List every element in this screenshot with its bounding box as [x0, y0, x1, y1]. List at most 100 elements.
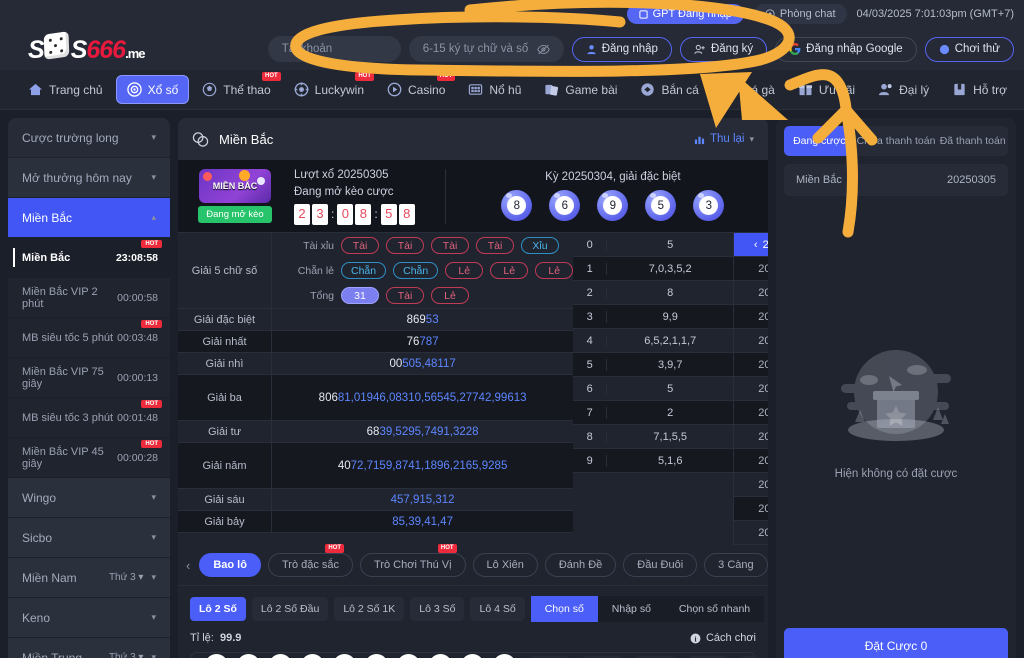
bet-subtab[interactable]: Lô 2 Số [190, 597, 246, 621]
sidebar-lottery-item[interactable]: Miền Bắc VIP 2 phút 00:00:58 [8, 278, 170, 318]
bet-subtab[interactable]: Lô 2 Số Đầu [251, 597, 329, 621]
sidebar-lottery-item[interactable]: MB siêu tốc 3 phút 00:01:48 HOT [8, 398, 170, 438]
tail-digits: 0 5 1 7,0,3,5,2 2 8 3 9,9 4 6,5,2,1,1,7 5 3,9,7 6 5 7 2… [573, 233, 734, 545]
game-tab[interactable]: Đánh Đề [544, 553, 617, 577]
bet-subtab[interactable]: Lô 3 Số [410, 597, 465, 621]
stat-tag: Tài [386, 287, 424, 304]
nav-item-luckywin[interactable]: Luckywin HOT [284, 72, 375, 103]
date-item[interactable]: 20250223 [734, 449, 768, 473]
try-play-button[interactable]: Chơi thử [924, 36, 1014, 62]
date-item[interactable]: ‹ 20250304 [734, 233, 768, 257]
sidebar-lottery-item[interactable]: Miền Bắc VIP 75 giây 00:00:13 [8, 358, 170, 398]
game-tab[interactable]: Đầu Đuôi [623, 553, 698, 577]
sidebar-lottery-item[interactable]: Miền Bắc VIP 45 giây 00:00:28 HOT [8, 438, 170, 478]
nav-item-trang-chủ[interactable]: Trang chủ [18, 76, 113, 103]
sidebar-group-miền-trung[interactable]: Miền Trung Thứ 3 ▾ ▾ [8, 638, 170, 658]
selection-mode[interactable]: Chọn số [530, 596, 598, 622]
google-login-button[interactable]: Đăng nhập Google [775, 36, 917, 62]
game-tab[interactable]: 3 Càng [704, 553, 768, 577]
number-ball[interactable] [301, 654, 324, 658]
sidebar-lottery-item[interactable]: MB siêu tốc 5 phút 00:03:48 HOT [8, 318, 170, 358]
account-input[interactable]: Tài khoản [267, 36, 401, 62]
nav-item-bắn-cá[interactable]: Bắn cá [630, 76, 708, 103]
collapse-button[interactable]: Thu lại ▾ [694, 133, 754, 145]
bet-subtab-label: Lô 3 Số [419, 603, 456, 615]
game-tab[interactable]: Trò Chơi Thú Vị HOT [360, 544, 466, 577]
eye-off-icon[interactable] [537, 44, 550, 55]
date-item[interactable]: 20250228 [734, 329, 768, 353]
game-tabs-prev-arrow[interactable]: ‹ [184, 558, 192, 573]
day-selector[interactable]: Thứ 3 ▾ [109, 652, 144, 658]
date-item[interactable]: 20250221 [734, 497, 768, 521]
login-button[interactable]: Đăng nhập [571, 36, 672, 62]
date-item[interactable]: 20250220 [734, 521, 768, 545]
chat-room-label: Phòng chat [779, 8, 836, 20]
number-ball[interactable] [397, 654, 420, 658]
info-icon: i [690, 633, 701, 643]
nav-item-hỗ-trợ[interactable]: Hỗ trợ [942, 76, 1017, 103]
gpt-login-button[interactable]: GPT Đăng nhập [626, 4, 744, 24]
selection-mode[interactable]: Nhập số [597, 596, 665, 622]
game-tab-label: Trò đặc sắc [281, 559, 340, 571]
bet-subtab[interactable]: Lô 2 Số 1K [334, 597, 405, 621]
date-item[interactable]: 20250226 [734, 377, 768, 401]
region-badge: MIỀN BẮC Đang mở kèo [190, 169, 280, 223]
day-selector[interactable]: Thứ 3 ▾ [109, 572, 144, 583]
site-logo[interactable]: S S 666 .me [10, 28, 190, 70]
number-ball[interactable] [333, 654, 356, 658]
nav-item-xổ-số[interactable]: Xổ số [115, 75, 190, 104]
sidebar-group-cược-trường-long[interactable]: Cược trường long ▾ [8, 118, 170, 158]
chat-room-button[interactable]: Phòng chat [753, 4, 847, 24]
site-header: S S 666 .me Tài khoản 6-15 ký tự chữ và … [0, 28, 1024, 70]
place-bet-button[interactable]: Đặt Cược 0 [784, 628, 1008, 658]
date-item[interactable]: 20250303 [734, 257, 768, 281]
number-ball[interactable] [269, 654, 292, 658]
bet-subtab[interactable]: Lô 4 Số [470, 597, 525, 621]
nav-item-thể-thao[interactable]: Thể thao HOT [192, 72, 281, 103]
register-button[interactable]: Đăng ký [679, 36, 768, 62]
number-ball[interactable] [365, 654, 388, 658]
date-label: 20250224 [758, 430, 768, 443]
how-to-play-button[interactable]: i Cách chơi [690, 632, 756, 644]
stat-line: Tổng 31 Tài Lẻ [272, 283, 573, 308]
bet-slip-tab[interactable]: Đã thanh toán [937, 126, 1008, 156]
date-item[interactable]: 20250225 [734, 401, 768, 425]
bet-slip-tab[interactable]: Đang cược [784, 126, 855, 156]
bet-slip-tab[interactable]: Chưa thanh toán [855, 126, 938, 156]
sidebar-group-mở-thưởng-hôm-nay[interactable]: Mở thưởng hôm nay ▾ [8, 158, 170, 198]
game-tab[interactable]: Lô Xiên [472, 553, 538, 577]
password-input[interactable]: 6-15 ký tự chữ và số [408, 36, 564, 62]
date-item[interactable]: 20250222 [734, 473, 768, 497]
date-item[interactable]: 20250302 [734, 281, 768, 305]
date-item[interactable]: 20250227 [734, 353, 768, 377]
date-item[interactable]: 20250301 [734, 305, 768, 329]
game-tab[interactable]: Bao lô [199, 553, 261, 577]
nav-item-nổ-hũ[interactable]: Nổ hũ [458, 76, 531, 103]
nav-item-casino[interactable]: Casino HOT [377, 72, 456, 103]
sidebar-group-sicbo[interactable]: Sicbo ▾ [8, 518, 170, 558]
nav-item-ưu-đãi[interactable]: Ưu đãi [788, 76, 865, 103]
date-label: 20250303 [758, 262, 768, 275]
tail-digit-key: 3 [573, 310, 608, 323]
number-ball[interactable] [429, 654, 452, 658]
draw-open-tag: Đang mở kèo [198, 206, 272, 223]
number-ball[interactable] [493, 654, 516, 658]
chevron-down-icon: ▾ [151, 132, 156, 142]
number-ball[interactable] [461, 654, 484, 658]
sidebar-group-miền-nam[interactable]: Miền Nam Thứ 3 ▾ ▾ [8, 558, 170, 598]
game-tab[interactable]: Trò đặc sắc HOT [267, 544, 354, 577]
number-ball[interactable] [237, 654, 260, 658]
sidebar-lottery-item[interactable]: Miền Bắc 23:08:58 HOT [8, 238, 170, 278]
nav-item-đá-gà[interactable]: Đá gà [712, 76, 785, 103]
date-item[interactable]: 20250224 [734, 425, 768, 449]
nav-item-game-bài[interactable]: Game bài [534, 76, 627, 103]
number-pad[interactable] [190, 652, 756, 658]
number-ball[interactable] [205, 654, 228, 658]
sidebar-group-wingo[interactable]: Wingo ▾ [8, 478, 170, 518]
sidebar-group-miền-bắc[interactable]: Miền Bắc ▴ [8, 198, 170, 238]
nav-item-đại-lý[interactable]: Đại lý [868, 76, 939, 103]
sidebar-group-keno[interactable]: Keno ▾ [8, 598, 170, 638]
tail-digit-values: 7,1,5,5 [653, 430, 688, 443]
selection-mode[interactable]: Chọn số nhanh [664, 596, 765, 622]
prize-value: 457,915,312 [272, 489, 573, 510]
